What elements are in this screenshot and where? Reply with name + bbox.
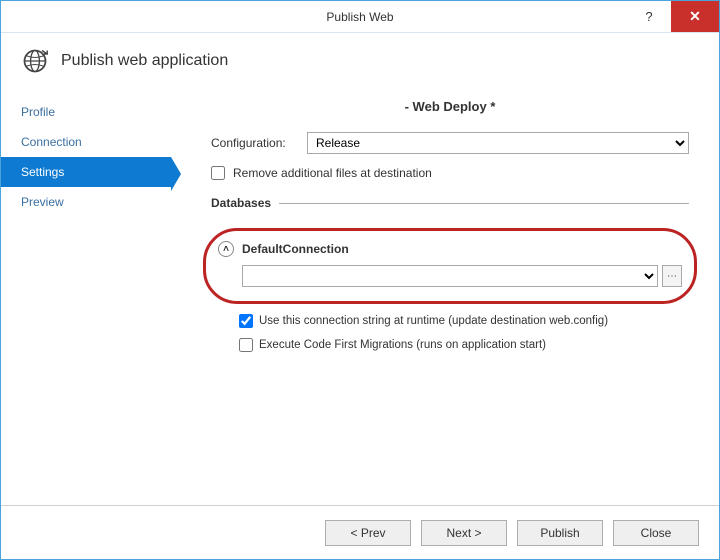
publish-button[interactable]: Publish [517,520,603,546]
remove-files-label: Remove additional files at destination [233,166,432,180]
sidebar-item-profile[interactable]: Profile [1,97,171,127]
close-window-button[interactable]: ✕ [671,1,719,32]
sidebar-item-preview[interactable]: Preview [1,187,171,217]
window-controls: ? ✕ [627,1,719,32]
titlebar: Publish Web ? ✕ [1,1,719,33]
connection-browse-button[interactable]: ⋯ [662,265,682,287]
dialog-title: Publish web application [61,52,228,70]
main-panel: - Web Deploy * Configuration: Release Re… [171,85,719,497]
sidebar-item-settings[interactable]: Settings [1,157,171,187]
code-first-checkbox[interactable] [239,338,253,352]
use-runtime-checkbox[interactable] [239,314,253,328]
globe-icon [21,47,49,75]
connection-header: ˄ DefaultConnection [218,241,682,257]
dialog-footer: < Prev Next > Publish Close [1,505,719,559]
dialog-header: Publish web application [1,33,719,85]
use-runtime-row: Use this connection string at runtime (u… [239,314,689,328]
configuration-label: Configuration: [211,136,297,150]
default-connection-highlight: ˄ DefaultConnection ⋯ [203,228,697,304]
configuration-select[interactable]: Release [307,132,689,154]
help-button[interactable]: ? [627,1,671,32]
connection-string-row: ⋯ [242,265,682,287]
databases-label: Databases [211,196,271,210]
close-button[interactable]: Close [613,520,699,546]
deploy-heading: - Web Deploy * [211,99,689,114]
databases-section-title: Databases [211,196,689,210]
connection-string-select[interactable] [242,265,658,287]
window-title: Publish Web [326,10,393,24]
use-runtime-label: Use this connection string at runtime (u… [259,315,608,327]
sidebar: Profile Connection Settings Preview [1,85,171,497]
prev-button[interactable]: < Prev [325,520,411,546]
divider [279,203,689,204]
code-first-label: Execute Code First Migrations (runs on a… [259,339,546,351]
chevron-up-icon[interactable]: ˄ [218,241,234,257]
connection-name: DefaultConnection [242,242,349,256]
dialog-window: Publish Web ? ✕ Publish web application … [0,0,720,560]
code-first-row: Execute Code First Migrations (runs on a… [239,338,689,352]
dialog-body: Profile Connection Settings Preview - We… [1,85,719,497]
configuration-row: Configuration: Release [211,132,689,154]
remove-files-checkbox[interactable] [211,166,225,180]
next-button[interactable]: Next > [421,520,507,546]
remove-files-row: Remove additional files at destination [211,166,689,180]
sidebar-item-connection[interactable]: Connection [1,127,171,157]
